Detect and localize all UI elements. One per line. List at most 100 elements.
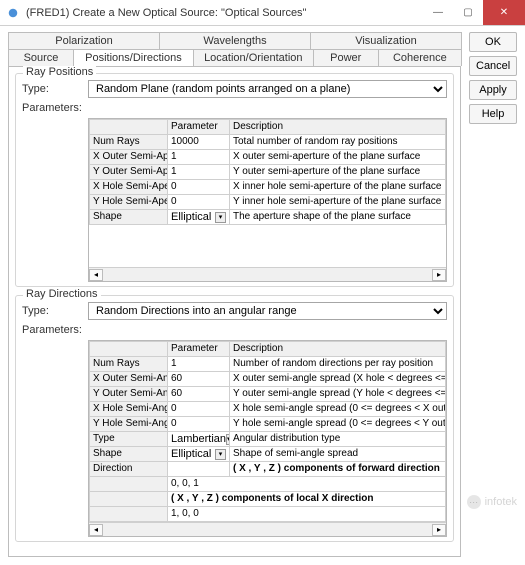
directions-params-label: Parameters: [22, 324, 82, 336]
directions-desc-cell: Angular distribution type [230, 432, 446, 447]
directions-param-cell[interactable]: 0 [168, 417, 230, 432]
ok-button[interactable]: OK [469, 32, 517, 52]
group-ray-positions: Ray Positions Type: Random Plane (random… [15, 73, 454, 287]
directions-type-label: Type: [22, 305, 82, 317]
positions-header-row: Parameter Description [90, 120, 446, 135]
directions-desc-cell: Shape of semi-angle spread [230, 447, 446, 462]
directions-desc-cell: Y outer semi-angle spread (Y hole < degr… [230, 387, 446, 402]
scroll-right-icon[interactable]: ▸ [432, 269, 446, 281]
directions-name-cell: Shape [90, 447, 168, 462]
directions-name-cell: Direction [90, 462, 168, 477]
directions-desc-cell: X outer semi-angle spread (X hole < degr… [230, 372, 446, 387]
apply-button[interactable]: Apply [469, 80, 517, 100]
positions-hscroll[interactable]: ◂ ▸ [89, 267, 446, 281]
directions-header-row: Parameter Description [90, 342, 446, 357]
positions-desc-cell: Y inner hole semi-aperture of the plane … [230, 195, 446, 210]
positions-name-cell: X Outer Semi-Ape [90, 150, 168, 165]
positions-param-cell[interactable]: 0 [168, 195, 230, 210]
directions-name-cell: X Outer Semi-Ang [90, 372, 168, 387]
positions-table: Parameter Description Num Rays10000Total… [88, 118, 447, 282]
table-row: X Hole Semi-Ang0X hole semi-angle spread… [90, 402, 446, 417]
cancel-button[interactable]: Cancel [469, 56, 517, 76]
chevron-down-icon[interactable]: ▾ [215, 212, 226, 223]
tab-location-orientation[interactable]: Location/Orientation [193, 49, 314, 66]
table-row: Y Hole Semi-Ape0Y inner hole semi-apertu… [90, 195, 446, 210]
table-row: ShapeElliptical▾Shape of semi-angle spre… [90, 447, 446, 462]
maximize-button[interactable]: ▢ [453, 0, 483, 25]
directions-extra-cell: 1, 0, 0 [168, 507, 446, 522]
tab-positions-directions[interactable]: Positions/Directions [73, 49, 194, 66]
directions-name-cell: Y Outer Semi-Ang [90, 387, 168, 402]
window-title: (FRED1) Create a New Optical Source: "Op… [26, 7, 423, 19]
positions-name-cell: X Hole Semi-Ape [90, 180, 168, 195]
table-row: Num Rays10000Total number of random ray … [90, 135, 446, 150]
chevron-down-icon[interactable]: ▾ [215, 449, 226, 460]
tab-coherence[interactable]: Coherence [378, 49, 462, 66]
scroll-left-icon[interactable]: ◂ [89, 269, 103, 281]
directions-hscroll[interactable]: ◂ ▸ [89, 522, 446, 536]
positions-desc-cell: The aperture shape of the plane surface [230, 210, 446, 225]
directions-name-cell: X Hole Semi-Ang [90, 402, 168, 417]
directions-param-cell[interactable]: Elliptical▾ [168, 447, 230, 462]
app-icon [6, 6, 20, 20]
table-row: X Outer Semi-Ape1X outer semi-aperture o… [90, 150, 446, 165]
positions-name-cell: Y Outer Semi-Ape [90, 165, 168, 180]
tab-visualization[interactable]: Visualization [310, 32, 462, 49]
table-row: X Hole Semi-Ape0X inner hole semi-apertu… [90, 180, 446, 195]
directions-extra-cell: ( X , Y , Z ) components of local X dire… [168, 492, 446, 507]
positions-desc-cell: Total number of random ray positions [230, 135, 446, 150]
positions-param-cell[interactable]: 10000 [168, 135, 230, 150]
chevron-down-icon[interactable]: ▾ [226, 434, 229, 445]
tab-panel: Ray Positions Type: Random Plane (random… [8, 66, 461, 557]
table-row: TypeLambertian▾Angular distribution type [90, 432, 446, 447]
directions-param-cell[interactable]: 60 [168, 372, 230, 387]
table-row: 1, 0, 0 [90, 507, 446, 522]
directions-name-cell: Type [90, 432, 168, 447]
directions-name-cell: Y Hole Semi-Ang [90, 417, 168, 432]
directions-param-cell[interactable]: Lambertian▾ [168, 432, 230, 447]
positions-desc-cell: X inner hole semi-aperture of the plane … [230, 180, 446, 195]
positions-name-cell: Shape [90, 210, 168, 225]
positions-type-label: Type: [22, 83, 82, 95]
positions-desc-cell: Y outer semi-aperture of the plane surfa… [230, 165, 446, 180]
directions-param-cell[interactable]: 0 [168, 402, 230, 417]
close-button[interactable]: ✕ [483, 0, 525, 25]
scroll-right-icon[interactable]: ▸ [432, 524, 446, 536]
directions-desc-cell: ( X , Y , Z ) components of forward dire… [230, 462, 446, 477]
window-controls: — ▢ ✕ [423, 0, 525, 25]
scroll-left-icon[interactable]: ◂ [89, 524, 103, 536]
tab-wavelengths[interactable]: Wavelengths [159, 32, 311, 49]
table-row: Num Rays1Number of random directions per… [90, 357, 446, 372]
tabs-row-2: Source Positions/Directions Location/Ori… [8, 49, 461, 66]
directions-param-cell[interactable] [168, 462, 230, 477]
table-row: X Outer Semi-Ang60X outer semi-angle spr… [90, 372, 446, 387]
positions-name-cell: Num Rays [90, 135, 168, 150]
directions-table: Parameter Description Num Rays1Number of… [88, 340, 447, 537]
tab-power[interactable]: Power [313, 49, 379, 66]
positions-param-cell[interactable]: 1 [168, 150, 230, 165]
tabs-row-1: Polarization Wavelengths Visualization [8, 32, 461, 49]
positions-name-cell: Y Hole Semi-Ape [90, 195, 168, 210]
directions-param-cell[interactable]: 60 [168, 387, 230, 402]
directions-type-select[interactable]: Random Directions into an angular range [88, 302, 447, 320]
directions-desc-cell: X hole semi-angle spread (0 <= degrees <… [230, 402, 446, 417]
wechat-icon: ⋯ [467, 495, 481, 509]
positions-param-cell[interactable]: 0 [168, 180, 230, 195]
directions-param-cell[interactable]: 1 [168, 357, 230, 372]
minimize-button[interactable]: — [423, 0, 453, 25]
directions-name-cell: Num Rays [90, 357, 168, 372]
help-button[interactable]: Help [469, 104, 517, 124]
table-row: 0, 0, 1 [90, 477, 446, 492]
table-row: Y Outer Semi-Ape1Y outer semi-aperture o… [90, 165, 446, 180]
directions-desc-cell: Number of random directions per ray posi… [230, 357, 446, 372]
group-ray-directions: Ray Directions Type: Random Directions i… [15, 295, 454, 542]
dialog-buttons: OK Cancel Apply Help [469, 32, 517, 557]
positions-param-cell[interactable]: Elliptical▾ [168, 210, 230, 225]
tab-source[interactable]: Source [8, 49, 74, 66]
table-row: ShapeElliptical▾The aperture shape of th… [90, 210, 446, 225]
positions-param-cell[interactable]: 1 [168, 165, 230, 180]
legend-ray-directions: Ray Directions [23, 288, 101, 300]
table-row: Direction ( X , Y , Z ) components of for… [90, 462, 446, 477]
positions-type-select[interactable]: Random Plane (random points arranged on … [88, 80, 447, 98]
tab-polarization[interactable]: Polarization [8, 32, 160, 49]
